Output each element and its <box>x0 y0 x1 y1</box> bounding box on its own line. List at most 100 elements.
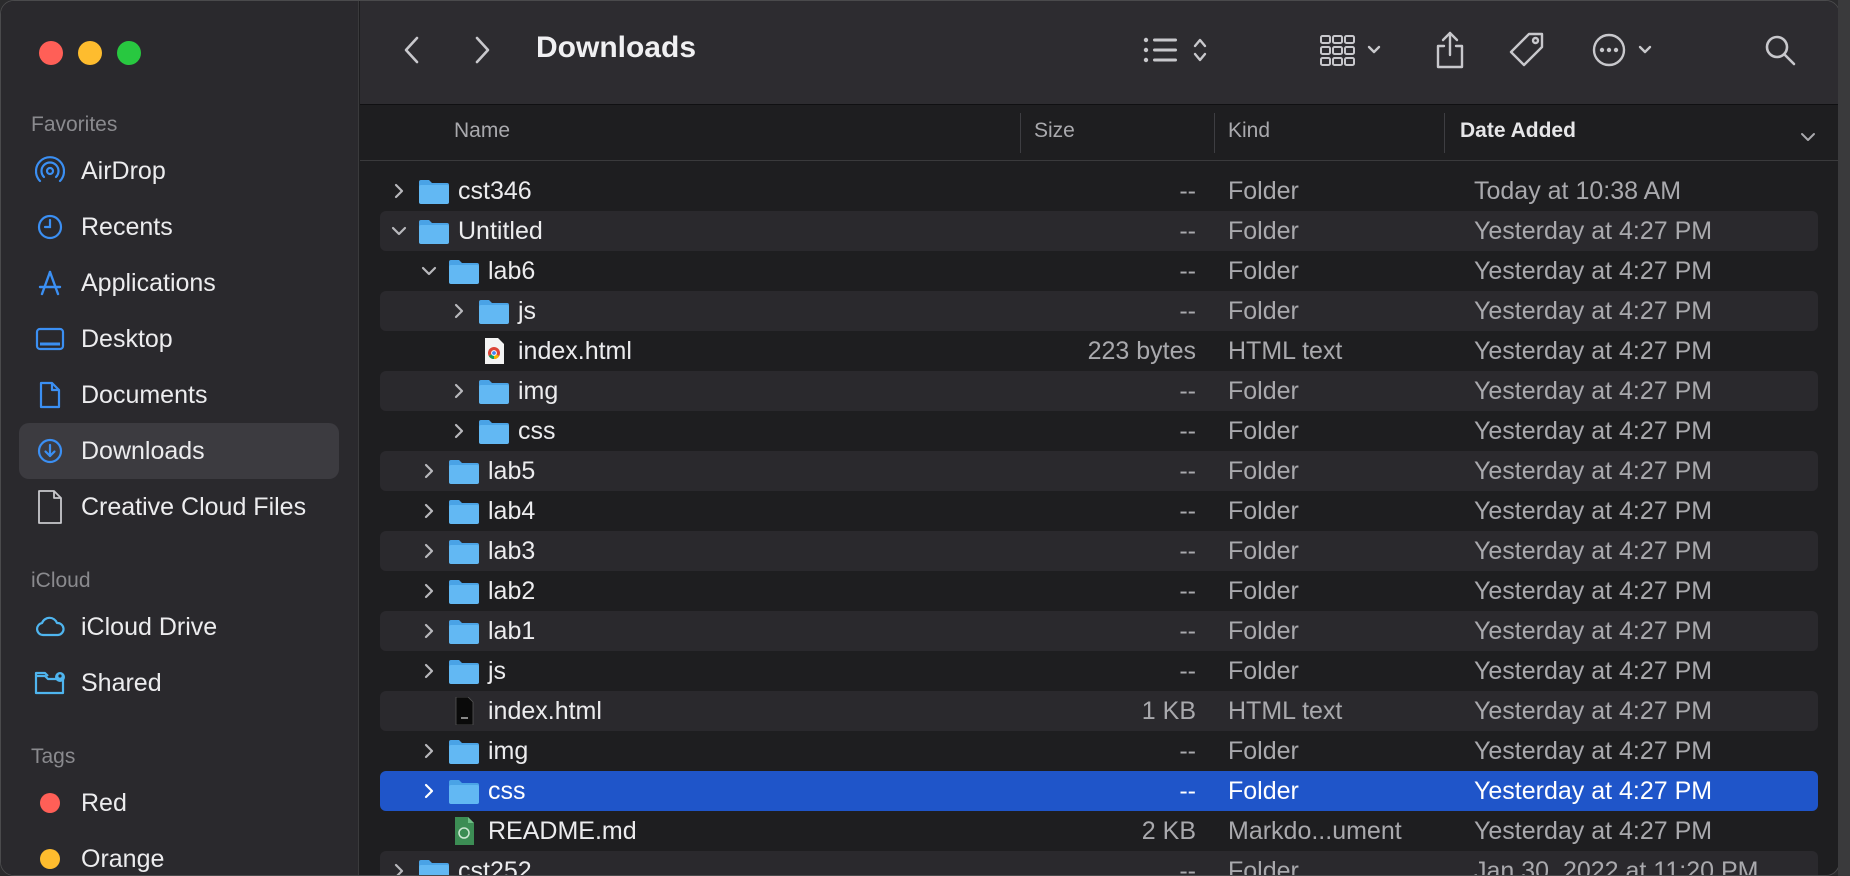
file-row[interactable]: js -- Folder Yesterday at 4:27 PM <box>380 651 1818 691</box>
more-actions-button[interactable] <box>1590 29 1660 75</box>
file-row[interactable]: lab1 -- Folder Yesterday at 4:27 PM <box>380 611 1818 651</box>
file-row[interactable]: img -- Folder Yesterday at 4:27 PM <box>380 731 1818 771</box>
sidebar-item-applications[interactable]: Applications <box>19 255 339 311</box>
grid-icon <box>1319 33 1387 72</box>
file-name: js <box>488 657 507 685</box>
sidebar-item-label: Applications <box>81 268 216 297</box>
sidebar-item-creative-cloud-files[interactable]: Creative Cloud Files <box>19 479 339 535</box>
file-kind: Folder <box>1228 297 1299 325</box>
file-size: -- <box>1179 457 1196 485</box>
file-row[interactable]: index.html 223 bytes HTML text Yesterday at… <box>380 331 1818 371</box>
disclosure-closed-icon[interactable] <box>418 659 440 683</box>
file-kind: Folder <box>1228 737 1299 765</box>
sort-direction-chevron-icon[interactable] <box>1800 125 1816 149</box>
file-date-added: Yesterday at 4:27 PM <box>1474 657 1713 685</box>
disclosure-closed-icon[interactable] <box>388 859 410 875</box>
file-row[interactable]: lab3 -- Folder Yesterday at 4:27 PM <box>380 531 1818 571</box>
disclosure-closed-icon[interactable] <box>418 619 440 643</box>
file-row[interactable]: css -- Folder Yesterday at 4:27 PM <box>380 411 1818 451</box>
file-size: -- <box>1179 617 1196 645</box>
disclosure-closed-icon[interactable] <box>388 179 410 203</box>
file-date-added: Yesterday at 4:27 PM <box>1474 497 1713 525</box>
file-size: -- <box>1179 657 1196 685</box>
column-divider[interactable] <box>1444 113 1445 153</box>
disclosure-closed-icon[interactable] <box>418 739 440 763</box>
file-row[interactable]: img -- Folder Yesterday at 4:27 PM <box>380 371 1818 411</box>
file-row[interactable]: cst252 -- Folder Jan 30, 2022 at 11:20 PM <box>380 851 1818 875</box>
sidebar-item-documents[interactable]: Documents <box>19 367 339 423</box>
file-kind: HTML text <box>1228 337 1343 365</box>
file-kind: Folder <box>1228 617 1299 645</box>
group-by-button[interactable] <box>1318 29 1388 75</box>
file-kind: Folder <box>1228 417 1299 445</box>
column-header-kind[interactable]: Kind <box>1228 119 1270 143</box>
file-row[interactable]: Untitled -- Folder Yesterday at 4:27 PM <box>380 211 1818 251</box>
file-kind: Markdo...ument <box>1228 817 1402 845</box>
file-row[interactable]: lab5 -- Folder Yesterday at 4:27 PM <box>380 451 1818 491</box>
background-window-edge <box>1838 0 1850 876</box>
sidebar-item-downloads[interactable]: Downloads <box>19 423 339 479</box>
file-row[interactable]: lab6 -- Folder Yesterday at 4:27 PM <box>380 251 1818 291</box>
file-size: -- <box>1179 377 1196 405</box>
sidebar-item-tag-red[interactable]: Red <box>19 775 339 831</box>
file-date-added: Yesterday at 4:27 PM <box>1474 297 1713 325</box>
sidebar-item-desktop[interactable]: Desktop <box>19 311 339 367</box>
file-row[interactable]: cst346 -- Folder Today at 10:38 AM <box>380 171 1818 211</box>
disclosure-closed-icon[interactable] <box>418 459 440 483</box>
file-row[interactable]: index.html 1 KB HTML text Yesterday at 4:27… <box>380 691 1818 731</box>
file-name: img <box>518 377 559 405</box>
sidebar-item-label: Shared <box>81 668 162 697</box>
airdrop-icon <box>19 156 81 186</box>
folder-icon <box>418 217 450 245</box>
tag-icon <box>1507 30 1547 75</box>
back-button[interactable] <box>392 29 432 75</box>
file-row[interactable]: lab4 -- Folder Yesterday at 4:27 PM <box>380 491 1818 531</box>
file-name: lab2 <box>488 577 536 605</box>
zoom-window-button[interactable] <box>117 41 141 65</box>
folder-icon <box>448 257 480 285</box>
tags-button[interactable] <box>1504 29 1550 75</box>
disclosure-closed-icon[interactable] <box>418 499 440 523</box>
disclosure-closed-icon[interactable] <box>448 299 470 323</box>
disclosure-closed-icon[interactable] <box>448 419 470 443</box>
file-name: lab3 <box>488 537 536 565</box>
column-header-date-added[interactable]: Date Added <box>1460 119 1576 143</box>
sidebar-item-icloud-drive[interactable]: iCloud Drive <box>19 599 339 655</box>
disclosure-closed-icon[interactable] <box>418 539 440 563</box>
markdown-file-icon <box>448 817 480 845</box>
file-icon <box>19 489 81 525</box>
file-date-added: Yesterday at 4:27 PM <box>1474 337 1713 365</box>
sidebar-item-label: Creative Cloud Files <box>81 492 307 521</box>
file-name: README.md <box>488 817 637 845</box>
disclosure-closed-icon[interactable] <box>418 579 440 603</box>
sidebar-item-shared[interactable]: Shared <box>19 655 339 711</box>
view-mode-button[interactable] <box>1140 29 1220 75</box>
forward-button[interactable] <box>462 29 502 75</box>
share-button[interactable] <box>1428 29 1472 75</box>
disclosure-open-icon[interactable] <box>418 259 440 283</box>
desktop-icon <box>19 326 81 352</box>
folder-icon <box>448 777 480 805</box>
column-divider[interactable] <box>1020 113 1021 153</box>
column-divider[interactable] <box>1214 113 1215 153</box>
search-button[interactable] <box>1758 29 1802 75</box>
column-header-size[interactable]: Size <box>1034 119 1075 143</box>
close-window-button[interactable] <box>39 41 63 65</box>
minimize-window-button[interactable] <box>78 41 102 65</box>
disclosure-closed-icon[interactable] <box>418 779 440 803</box>
file-row[interactable]: css -- Folder Yesterday at 4:27 PM <box>380 771 1818 811</box>
file-row[interactable]: js -- Folder Yesterday at 4:27 PM <box>380 291 1818 331</box>
search-icon <box>1762 32 1798 73</box>
sidebar-item-recents[interactable]: Recents <box>19 199 339 255</box>
sidebar-item-airdrop[interactable]: AirDrop <box>19 143 339 199</box>
clock-icon <box>19 213 81 241</box>
column-header-name[interactable]: Name <box>454 119 510 143</box>
file-date-added: Yesterday at 4:27 PM <box>1474 257 1713 285</box>
file-date-added: Yesterday at 4:27 PM <box>1474 217 1713 245</box>
file-row[interactable]: lab2 -- Folder Yesterday at 4:27 PM <box>380 571 1818 611</box>
sidebar-item-label: Orange <box>81 844 165 873</box>
disclosure-open-icon[interactable] <box>388 219 410 243</box>
disclosure-closed-icon[interactable] <box>448 379 470 403</box>
sidebar-item-tag-orange[interactable]: Orange <box>19 831 339 875</box>
file-row[interactable]: README.md 2 KB Markdo...ument Yesterday at … <box>380 811 1818 851</box>
